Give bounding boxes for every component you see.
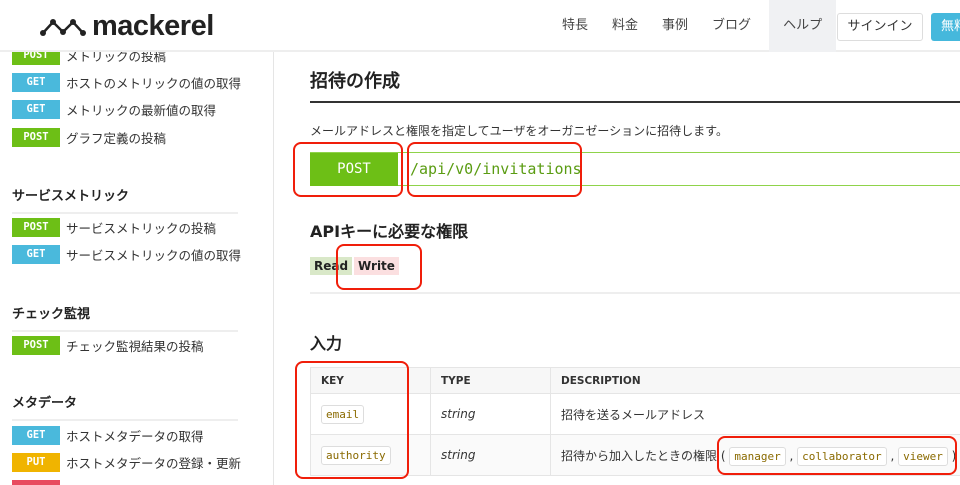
annotation-box [407,142,582,197]
signin-button[interactable]: サインイン [837,13,923,41]
annotation-box [295,361,409,479]
method-badge [12,480,60,485]
sidebar-item[interactable]: POST メトリックの投稿 [12,52,166,65]
description-cell: 招待を送るメールアドレス [550,393,960,435]
sidebar-item-label: メトリックの投稿 [66,52,167,64]
permissions-heading: APIキーに必要な権限 [310,222,469,241]
logo-icon [40,18,86,36]
top-nav: 特長 料金 事例 ブログ ヘルプ [550,0,842,52]
method-badge: POST [12,52,60,65]
method-badge: GET [12,245,60,264]
method-badge: POST [12,218,60,237]
method-badge: POST [12,128,60,147]
sidebar-section-title: サービスメトリック [12,185,238,214]
sidebar-section-title: メタデータ [12,392,238,421]
sidebar-item-label: チェック監視結果の投稿 [66,339,204,354]
col-type: TYPE [430,367,551,394]
site-header: mackerel 特長 料金 事例 ブログ ヘルプ サインイン 無料 [0,0,960,52]
logo-text: mackerel [92,10,214,42]
sidebar-item[interactable]: POST グラフ定義の投稿 [12,128,166,147]
method-badge: GET [12,426,60,445]
sidebar-item-label: メトリックの最新値の取得 [66,103,217,118]
sidebar: POST メトリックの投稿 GET ホストのメトリックの値の取得 GET メトリックの… [0,52,274,485]
annotation-box [336,244,422,290]
sidebar-item[interactable]: GET サービスメトリックの値の取得 [12,245,241,264]
method-badge: GET [12,73,60,92]
sidebar-item[interactable]: GET メトリックの最新値の取得 [12,100,216,119]
nav-blog[interactable]: ブログ [700,0,763,52]
method-badge: PUT [12,453,60,472]
sidebar-item[interactable]: POST チェック監視結果の投稿 [12,336,204,355]
nav-features[interactable]: 特長 [550,0,600,52]
type-cell: string [430,434,551,476]
free-trial-button[interactable]: 無料 [931,13,960,41]
sidebar-item[interactable]: PUT ホストメタデータの登録・更新 [12,453,241,472]
nav-cases[interactable]: 事例 [650,0,700,52]
method-badge: GET [12,100,60,119]
annotation-box [717,436,957,475]
nav-pricing[interactable]: 料金 [600,0,650,52]
page-title: 招待の作成 [310,67,960,103]
method-badge: POST [12,336,60,355]
col-description: DESCRIPTION [550,367,960,394]
annotation-box [293,142,403,197]
sidebar-item-label: サービスメトリックの値の取得 [66,248,242,263]
sidebar-item[interactable]: GET ホストのメトリックの値の取得 [12,73,241,92]
divider [310,292,960,294]
sidebar-item-label: ホストのメトリックの値の取得 [66,76,242,91]
sidebar-item-label: グラフ定義の投稿 [66,131,167,146]
sidebar-item-label: ホストメタデータの登録・更新 [66,456,242,471]
sidebar-section-title: チェック監視 [12,303,238,332]
sidebar-item[interactable]: GET ホストメタデータの取得 [12,426,204,445]
type-cell: string [430,393,551,435]
nav-help[interactable]: ヘルプ [769,0,837,52]
sidebar-item[interactable]: POST サービスメトリックの投稿 [12,218,216,237]
description-text: 招待から加入したときの権限 [561,448,718,463]
input-heading: 入力 [310,334,343,353]
sidebar-item-label: ホストメタデータの取得 [66,429,204,444]
sidebar-item[interactable] [12,480,60,485]
mackerel-logo[interactable]: mackerel [40,10,214,43]
sidebar-item-label: サービスメトリックの投稿 [66,221,217,236]
endpoint-description: メールアドレスと権限を指定してユーザをオーガニゼーションに招待します。 [310,124,728,138]
